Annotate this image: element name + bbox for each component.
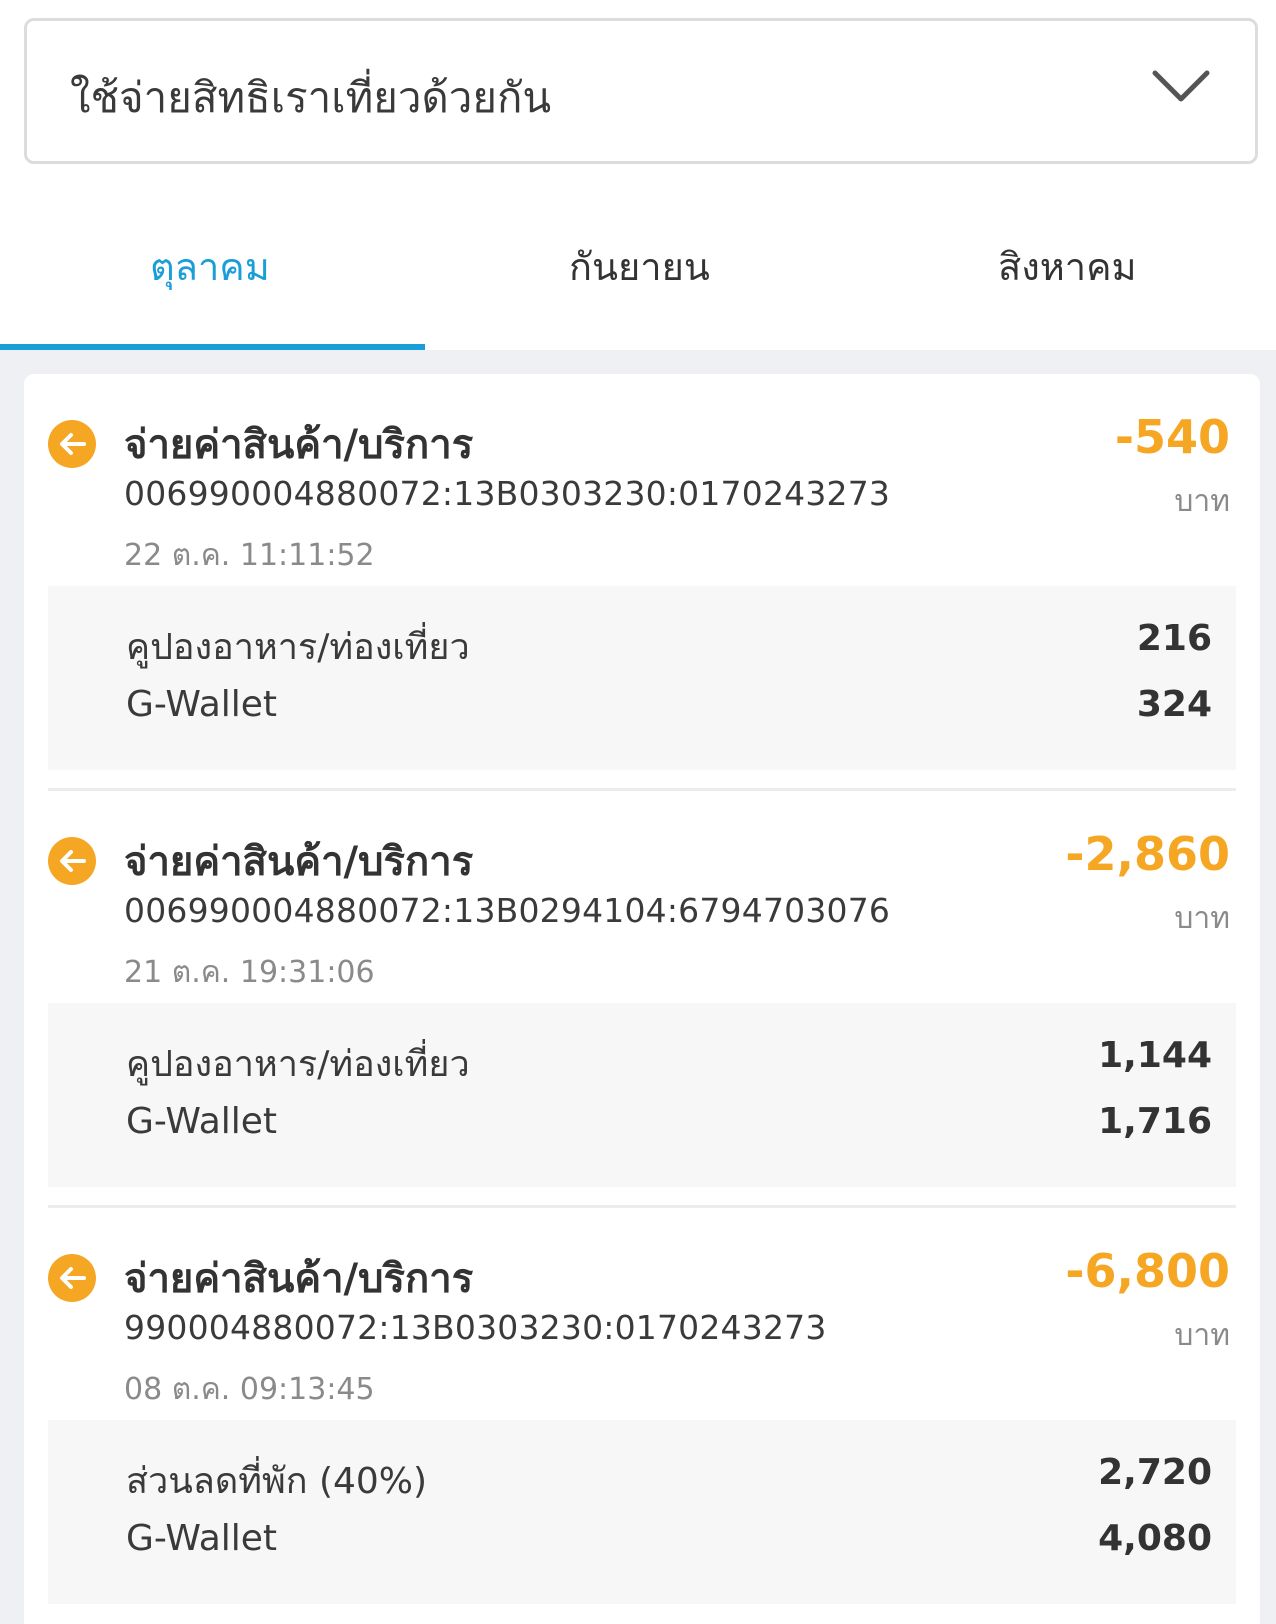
breakdown-label: คูปองอาหาร/ท่องเที่ยว bbox=[126, 627, 470, 668]
transaction-title: จ่ายค่าสินค้า/บริการ bbox=[124, 422, 474, 468]
breakdown-label: คูปองอาหาร/ท่องเที่ยว bbox=[126, 1044, 470, 1085]
currency-unit: บาท bbox=[1174, 901, 1230, 936]
program-selector-label: ใช้จ่ายสิทธิเราเที่ยวด้วยกัน bbox=[70, 73, 552, 122]
program-selector[interactable]: ใช้จ่ายสิทธิเราเที่ยวด้วยกัน bbox=[24, 18, 1258, 164]
transaction-item[interactable]: จ่ายค่าสินค้า/บริการ 006990004880072:13B… bbox=[24, 374, 1260, 770]
payment-breakdown: ส่วนลดที่พัก (40%) 2,720 G-Wallet 4,080 bbox=[48, 1420, 1236, 1604]
transaction-datetime: 22 ต.ค. 11:11:52 bbox=[124, 538, 375, 573]
tab-august[interactable]: สิงหาคม bbox=[850, 196, 1275, 350]
breakdown-value: 2,720 bbox=[1098, 1452, 1212, 1493]
breakdown-row: ส่วนลดที่พัก (40%) 2,720 bbox=[48, 1452, 1236, 1502]
transaction-amount: -6,800 bbox=[1065, 1244, 1230, 1298]
breakdown-label: ส่วนลดที่พัก (40%) bbox=[126, 1461, 428, 1502]
transaction-reference: 990004880072:13B0303230:0170243273 bbox=[124, 1308, 827, 1347]
breakdown-value: 1,716 bbox=[1098, 1101, 1212, 1142]
arrow-left-icon bbox=[48, 837, 96, 885]
tab-label: ตุลาคม bbox=[150, 245, 270, 289]
transaction-reference: 006990004880072:13B0303230:0170243273 bbox=[124, 474, 891, 513]
transaction-datetime: 08 ต.ค. 09:13:45 bbox=[124, 1372, 375, 1407]
arrow-left-icon bbox=[48, 420, 96, 468]
month-tabs: ตุลาคม กันยายน สิงหาคม bbox=[0, 196, 1276, 350]
breakdown-label: G-Wallet bbox=[126, 1518, 278, 1559]
breakdown-value: 324 bbox=[1136, 684, 1212, 725]
transaction-amount: -540 bbox=[1114, 410, 1230, 464]
tab-october[interactable]: ตุลาคม bbox=[0, 196, 425, 350]
tab-september[interactable]: กันยายน bbox=[425, 196, 850, 350]
transaction-title: จ่ายค่าสินค้า/บริการ bbox=[124, 839, 474, 885]
breakdown-row: G-Wallet 1,716 bbox=[48, 1101, 1236, 1151]
arrow-left-icon bbox=[48, 1254, 96, 1302]
chevron-down-icon bbox=[1152, 70, 1210, 102]
transaction-item[interactable]: จ่ายค่าสินค้า/บริการ 990004880072:13B030… bbox=[24, 1208, 1260, 1604]
transaction-list: จ่ายค่าสินค้า/บริการ 006990004880072:13B… bbox=[24, 374, 1260, 1624]
transaction-amount: -2,860 bbox=[1065, 827, 1230, 881]
payment-breakdown: คูปองอาหาร/ท่องเที่ยว 1,144 G-Wallet 1,7… bbox=[48, 1003, 1236, 1187]
transaction-title: จ่ายค่าสินค้า/บริการ bbox=[124, 1256, 474, 1302]
tab-label: กันยายน bbox=[569, 245, 710, 289]
breakdown-row: G-Wallet 4,080 bbox=[48, 1518, 1236, 1568]
breakdown-value: 216 bbox=[1136, 618, 1212, 659]
breakdown-row: G-Wallet 324 bbox=[48, 684, 1236, 734]
transaction-item[interactable]: จ่ายค่าสินค้า/บริการ 006990004880072:13B… bbox=[24, 791, 1260, 1187]
transaction-reference: 006990004880072:13B0294104:6794703076 bbox=[124, 891, 891, 930]
currency-unit: บาท bbox=[1174, 484, 1230, 519]
breakdown-value: 1,144 bbox=[1098, 1035, 1212, 1076]
breakdown-label: G-Wallet bbox=[126, 1101, 278, 1142]
transaction-datetime: 21 ต.ค. 19:31:06 bbox=[124, 955, 375, 990]
breakdown-row: คูปองอาหาร/ท่องเที่ยว 1,144 bbox=[48, 1035, 1236, 1085]
breakdown-label: G-Wallet bbox=[126, 684, 278, 725]
breakdown-value: 4,080 bbox=[1098, 1518, 1212, 1559]
breakdown-row: คูปองอาหาร/ท่องเที่ยว 216 bbox=[48, 618, 1236, 668]
tab-label: สิงหาคม bbox=[998, 245, 1137, 289]
currency-unit: บาท bbox=[1174, 1318, 1230, 1353]
payment-breakdown: คูปองอาหาร/ท่องเที่ยว 216 G-Wallet 324 bbox=[48, 586, 1236, 770]
